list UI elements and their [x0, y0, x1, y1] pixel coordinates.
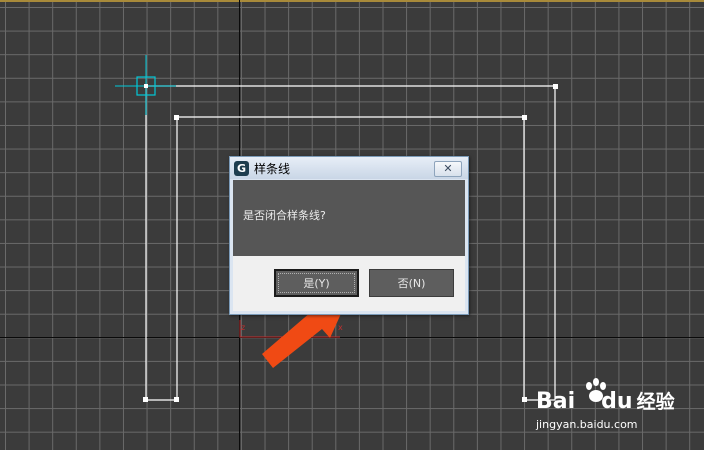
vertex	[522, 115, 527, 120]
vertex	[174, 397, 179, 402]
vertex	[522, 397, 527, 402]
dialog-message-area: 是否闭合样条线?	[233, 180, 465, 256]
vertex	[174, 115, 179, 120]
axis-label-x: x	[338, 323, 343, 332]
logo-bai: Bai	[536, 389, 576, 414]
close-icon[interactable]: ✕	[434, 161, 462, 177]
logo-jingyan: 经验	[636, 391, 675, 413]
dialog-title: 样条线	[254, 162, 291, 176]
crosshair-cursor-icon	[115, 55, 176, 115]
yes-button[interactable]: 是(Y)	[274, 269, 359, 297]
app-icon: G	[234, 161, 249, 176]
axis-label-z: z	[241, 323, 245, 332]
vertex	[143, 397, 148, 402]
no-button[interactable]: 否(N)	[369, 269, 454, 297]
dialog-titlebar[interactable]: G 样条线 ✕	[230, 157, 468, 179]
dialog-button-area: 是(Y) 否(N)	[233, 256, 465, 311]
baidu-watermark: Bai du 经验 jingyan.baidu.com	[536, 376, 696, 436]
vertex	[553, 84, 558, 89]
watermark-url: jingyan.baidu.com	[536, 418, 638, 431]
baidu-logo-text: Bai du 经验	[536, 390, 675, 414]
dialog-message: 是否闭合样条线?	[243, 209, 326, 222]
spline-close-dialog: G 样条线 ✕ 是否闭合样条线? 是(Y) 否(N)	[229, 156, 469, 315]
logo-du: du	[601, 389, 633, 414]
